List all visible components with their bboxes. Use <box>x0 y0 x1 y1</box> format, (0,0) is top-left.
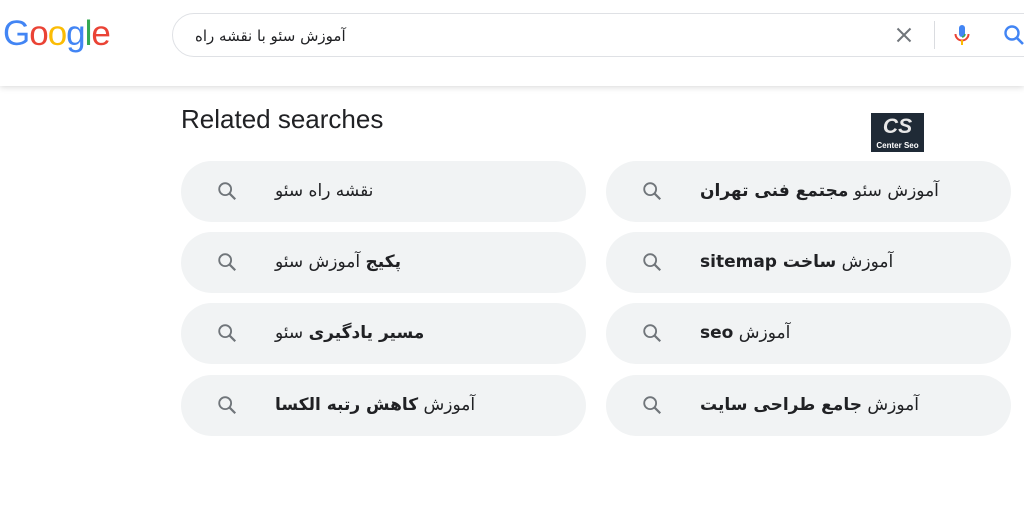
related-search-label: آموزش seo <box>700 303 790 364</box>
related-search-chip[interactable]: آموزش کاهش رتبه الکسا <box>181 375 586 436</box>
related-search-chip[interactable]: نقشه راه سئو <box>181 161 586 222</box>
search-icon <box>218 396 237 415</box>
related-search-chip[interactable]: مسیر یادگیری سئو <box>181 303 586 364</box>
clear-button[interactable] <box>892 23 916 47</box>
logo-letter: l <box>84 14 93 53</box>
search-button[interactable] <box>1002 23 1024 47</box>
label-bold: مجتمع فنی تهران <box>700 181 849 201</box>
label-regular: آموزش <box>836 252 894 272</box>
related-search-label: آموزش سئو مجتمع فنی تهران <box>700 161 939 222</box>
related-search-label: نقشه راه سئو <box>275 161 373 222</box>
logo-letter: e <box>91 14 110 53</box>
label-bold: جامع طراحی سایت <box>700 395 862 415</box>
microphone-icon <box>954 25 970 45</box>
label-regular: سئو <box>275 323 309 343</box>
search-icon <box>643 182 662 201</box>
label-bold: ساخت sitemap <box>700 252 837 272</box>
logo-letter: g <box>66 14 85 53</box>
search-input[interactable] <box>193 14 837 58</box>
label-bold: seo <box>700 323 734 343</box>
logo-letter: G <box>3 14 30 53</box>
label-regular: آموزش سئو <box>848 181 939 201</box>
search-box <box>172 13 1024 58</box>
related-search-chip[interactable]: آموزش جامع طراحی سایت <box>606 375 1011 436</box>
related-search-chip[interactable]: آموزش ساخت sitemap <box>606 232 1011 293</box>
watermark-mark: CS <box>882 115 913 138</box>
label-regular: آموزش <box>861 395 919 415</box>
related-search-label: آموزش ساخت sitemap <box>700 232 893 293</box>
search-icon <box>643 324 662 343</box>
center-seo-watermark: CS Center Seo <box>871 113 924 152</box>
google-logo[interactable]: Google <box>3 14 111 54</box>
divider <box>934 21 935 49</box>
label-bold: پکیج <box>365 252 402 272</box>
search-icon <box>643 253 662 272</box>
top-bar: Google <box>0 0 1024 86</box>
label-bold: کاهش رتبه الکسا <box>275 395 419 415</box>
voice-search-button[interactable] <box>950 23 974 47</box>
label-bold: مسیر یادگیری <box>308 323 425 343</box>
related-search-chip[interactable]: آموزش سئو مجتمع فنی تهران <box>606 161 1011 222</box>
search-icon <box>218 253 237 272</box>
related-search-label: مسیر یادگیری سئو <box>275 303 424 364</box>
watermark-text: Center Seo <box>876 141 919 150</box>
related-search-label: پکیج آموزش سئو <box>275 232 401 293</box>
related-search-chip[interactable]: پکیج آموزش سئو <box>181 232 586 293</box>
label-regular: آموزش <box>733 323 791 343</box>
search-icon <box>1004 25 1024 45</box>
label-regular: نقشه راه سئو <box>275 181 374 201</box>
close-icon <box>896 27 912 43</box>
search-icon <box>218 182 237 201</box>
related-search-label: آموزش کاهش رتبه الکسا <box>275 375 475 436</box>
label-regular: آموزش <box>418 395 476 415</box>
search-icon <box>218 324 237 343</box>
logo-letter: o <box>47 14 67 53</box>
related-search-chip[interactable]: آموزش seo <box>606 303 1011 364</box>
label-regular: آموزش سئو <box>275 252 366 272</box>
related-search-label: آموزش جامع طراحی سایت <box>700 375 919 436</box>
search-icon <box>643 396 662 415</box>
related-searches-title: Related searches <box>181 104 384 134</box>
logo-letter: o <box>29 14 48 53</box>
